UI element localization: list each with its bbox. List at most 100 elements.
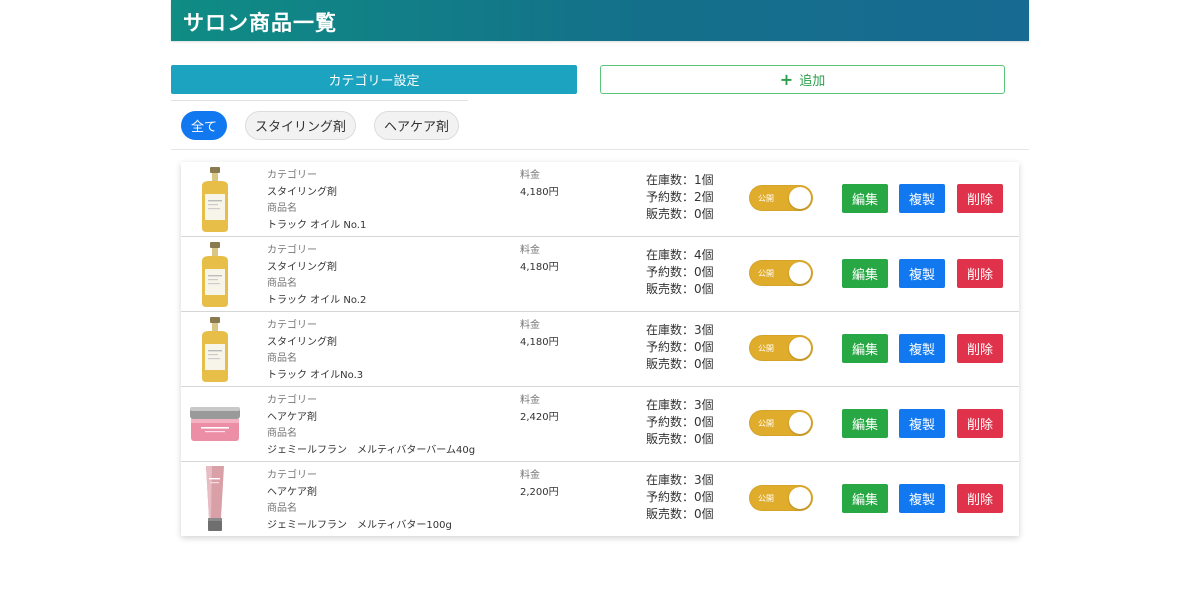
product-info: カテゴリー ヘアケア剤 商品名 ジェミールフラン メルティバターバーム40g <box>267 393 475 459</box>
reserved-count: 予約数：0個 <box>646 265 714 279</box>
category-value: ヘアケア剤 <box>267 411 317 423</box>
edit-button[interactable]: 編集 <box>842 259 888 288</box>
category-label: カテゴリー <box>267 320 317 331</box>
toggle-knob <box>789 337 811 359</box>
product-row: カテゴリー スタイリング剤 商品名 トラック オイル No.2 料金 4,180… <box>181 237 1019 312</box>
price-value: 4,180円 <box>520 261 559 273</box>
publish-toggle[interactable]: 公開 <box>749 410 813 436</box>
oil-bottle-icon <box>202 167 228 232</box>
stock-count: 在庫数：3個 <box>646 398 714 412</box>
category-label: カテゴリー <box>267 395 317 406</box>
name-label: 商品名 <box>267 203 297 214</box>
delete-button[interactable]: 削除 <box>957 409 1003 438</box>
duplicate-button[interactable]: 複製 <box>899 484 945 513</box>
edit-button[interactable]: 編集 <box>842 484 888 513</box>
product-info: カテゴリー スタイリング剤 商品名 トラック オイル No.1 <box>267 168 366 234</box>
cream-tube-icon <box>206 466 224 531</box>
price-value: 2,420円 <box>520 411 559 423</box>
price-label: 料金 <box>520 245 540 256</box>
category-value: ヘアケア剤 <box>267 486 317 498</box>
stock-block: 在庫数：4個 予約数：0個 販売数：0個 <box>646 247 714 298</box>
product-name: トラック オイルNo.3 <box>267 369 364 381</box>
oil-bottle-icon <box>202 317 228 382</box>
duplicate-button[interactable]: 複製 <box>899 334 945 363</box>
duplicate-button[interactable]: 複製 <box>899 259 945 288</box>
publish-label: 公開 <box>758 494 774 503</box>
reserved-count: 予約数：0個 <box>646 415 714 429</box>
product-list: カテゴリー スタイリング剤 商品名 トラック オイル No.1 料金 4,180… <box>181 162 1019 536</box>
price-block: 料金 4,180円 <box>520 168 559 201</box>
filter-haircare[interactable]: ヘアケア剤 <box>374 111 459 140</box>
name-label: 商品名 <box>267 353 297 364</box>
product-row: カテゴリー スタイリング剤 商品名 トラック オイル No.1 料金 4,180… <box>181 162 1019 237</box>
duplicate-button[interactable]: 複製 <box>899 184 945 213</box>
name-label: 商品名 <box>267 428 297 439</box>
toggle-knob <box>789 187 811 209</box>
price-value: 4,180円 <box>520 186 559 198</box>
plus-icon: + <box>779 69 794 89</box>
category-label: カテゴリー <box>267 170 317 181</box>
publish-label: 公開 <box>758 344 774 353</box>
stock-count: 在庫数：3個 <box>646 323 714 337</box>
price-value: 2,200円 <box>520 486 559 498</box>
price-label: 料金 <box>520 170 540 181</box>
publish-toggle[interactable]: 公開 <box>749 335 813 361</box>
category-value: スタイリング剤 <box>267 336 337 348</box>
reserved-count: 予約数：0個 <box>646 490 714 504</box>
product-row: カテゴリー スタイリング剤 商品名 トラック オイルNo.3 料金 4,180円… <box>181 312 1019 387</box>
publish-label: 公開 <box>758 269 774 278</box>
delete-button[interactable]: 削除 <box>957 484 1003 513</box>
product-name: トラック オイル No.2 <box>267 294 367 306</box>
delete-button[interactable]: 削除 <box>957 184 1003 213</box>
price-block: 料金 2,200円 <box>520 468 559 501</box>
publish-toggle[interactable]: 公開 <box>749 485 813 511</box>
stock-block: 在庫数：3個 予約数：0個 販売数：0個 <box>646 472 714 523</box>
publish-label: 公開 <box>758 194 774 203</box>
price-value: 4,180円 <box>520 336 559 348</box>
category-value: スタイリング剤 <box>267 261 337 273</box>
toggle-knob <box>789 487 811 509</box>
sold-count: 販売数：0個 <box>646 207 714 221</box>
category-label: カテゴリー <box>267 470 317 481</box>
price-block: 料金 2,420円 <box>520 393 559 426</box>
stock-block: 在庫数：3個 予約数：0個 販売数：0個 <box>646 397 714 448</box>
category-label: カテゴリー <box>267 245 317 256</box>
product-info: カテゴリー ヘアケア剤 商品名 ジェミールフラン メルティバター100g <box>267 468 452 534</box>
filter-all[interactable]: 全て <box>181 111 227 140</box>
filter-styling[interactable]: スタイリング剤 <box>245 111 356 140</box>
sold-count: 販売数：0個 <box>646 282 714 296</box>
reserved-count: 予約数：2個 <box>646 190 714 204</box>
delete-button[interactable]: 削除 <box>957 259 1003 288</box>
divider <box>171 100 468 101</box>
stock-count: 在庫数：4個 <box>646 248 714 262</box>
price-label: 料金 <box>520 470 540 481</box>
duplicate-button[interactable]: 複製 <box>899 409 945 438</box>
product-row: カテゴリー ヘアケア剤 商品名 ジェミールフラン メルティバターバーム40g 料… <box>181 387 1019 462</box>
add-product-button[interactable]: + 追加 <box>600 65 1005 94</box>
delete-button[interactable]: 削除 <box>957 334 1003 363</box>
product-row: カテゴリー ヘアケア剤 商品名 ジェミールフラン メルティバター100g 料金 … <box>181 462 1019 536</box>
price-block: 料金 4,180円 <box>520 243 559 276</box>
stock-block: 在庫数：1個 予約数：2個 販売数：0個 <box>646 172 714 223</box>
sold-count: 販売数：0個 <box>646 507 714 521</box>
product-info: カテゴリー スタイリング剤 商品名 トラック オイル No.2 <box>267 243 366 309</box>
stock-block: 在庫数：3個 予約数：0個 販売数：0個 <box>646 322 714 373</box>
page-title: サロン商品一覧 <box>183 11 337 35</box>
page-header: サロン商品一覧 <box>171 0 1029 41</box>
publish-toggle[interactable]: 公開 <box>749 185 813 211</box>
price-label: 料金 <box>520 320 540 331</box>
toggle-knob <box>789 262 811 284</box>
edit-button[interactable]: 編集 <box>842 334 888 363</box>
product-name: ジェミールフラン メルティバターバーム40g <box>267 444 476 456</box>
product-name: ジェミールフラン メルティバター100g <box>267 519 452 531</box>
balm-jar-icon <box>190 407 240 441</box>
category-settings-button[interactable]: カテゴリー設定 <box>171 65 577 94</box>
price-block: 料金 4,180円 <box>520 318 559 351</box>
edit-button[interactable]: 編集 <box>842 409 888 438</box>
price-label: 料金 <box>520 395 540 406</box>
name-label: 商品名 <box>267 503 297 514</box>
product-info: カテゴリー スタイリング剤 商品名 トラック オイルNo.3 <box>267 318 363 384</box>
sold-count: 販売数：0個 <box>646 357 714 371</box>
edit-button[interactable]: 編集 <box>842 184 888 213</box>
publish-toggle[interactable]: 公開 <box>749 260 813 286</box>
